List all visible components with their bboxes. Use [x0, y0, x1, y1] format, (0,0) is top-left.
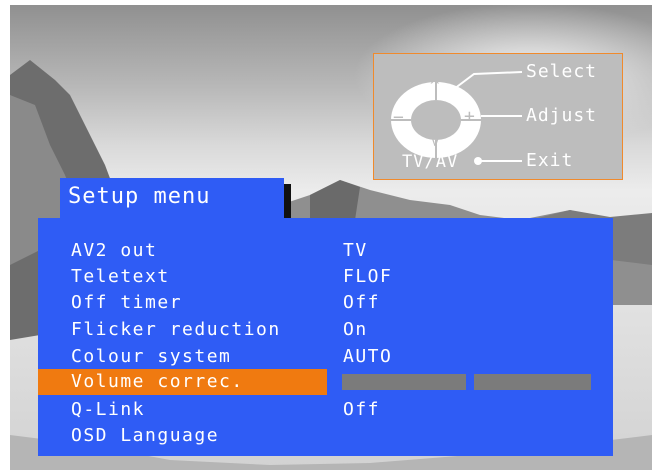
select-label: Select: [526, 61, 598, 82]
menu-item-off-timer[interactable]: Off timer Off: [38, 290, 613, 316]
menu-item-label: Colour system: [71, 346, 232, 367]
menu-item-label: OSD Language: [71, 425, 220, 446]
menu-item-label: Off timer: [71, 292, 183, 313]
menu-item-value: Off: [343, 292, 381, 313]
menu-title-box: Setup menu: [60, 178, 284, 220]
menu-item-value: Off: [343, 399, 381, 420]
menu-item-label: Flicker reduction: [71, 319, 281, 340]
volume-level-bar-right[interactable]: [474, 374, 591, 390]
menu-item-q-link[interactable]: Q-Link Off: [38, 397, 613, 423]
plus-icon: +: [464, 106, 476, 127]
down-arrow-icon: v: [431, 134, 441, 150]
menu-item-label: Volume correc.: [71, 371, 244, 392]
minus-icon: −: [393, 107, 405, 128]
menu-item-osd-language[interactable]: OSD Language: [38, 423, 613, 449]
menu-item-colour-system[interactable]: Colour system AUTO: [38, 344, 613, 370]
tvav-label: TV/AV: [402, 152, 459, 172]
menu-item-teletext[interactable]: Teletext FLOF: [38, 264, 613, 290]
menu-item-value: TV: [343, 240, 368, 261]
menu-item-value: FLOF: [343, 266, 393, 287]
menu-item-av2-out[interactable]: AV2 out TV: [38, 238, 613, 264]
menu-item-label: Q-Link: [71, 399, 146, 420]
up-arrow-icon: ^: [430, 76, 441, 95]
menu-item-label: AV2 out: [71, 240, 158, 261]
menu-item-value: AUTO: [343, 346, 393, 367]
menu-item-flicker-reduction[interactable]: Flicker reduction On: [38, 317, 613, 343]
setup-menu: AV2 out TV Teletext FLOF Off timer Off F…: [38, 218, 613, 456]
volume-level-bar-left[interactable]: [342, 374, 466, 390]
menu-item-value: On: [343, 319, 368, 340]
adjust-label: Adjust: [526, 105, 598, 126]
menu-title: Setup menu: [68, 184, 211, 209]
remote-hint-panel: ^ − + v Select Adjust Exit TV/AV: [373, 53, 623, 180]
exit-label: Exit: [526, 150, 574, 171]
menu-item-volume-correction[interactable]: Volume correc.: [38, 369, 613, 395]
menu-item-label: Teletext: [71, 266, 170, 287]
